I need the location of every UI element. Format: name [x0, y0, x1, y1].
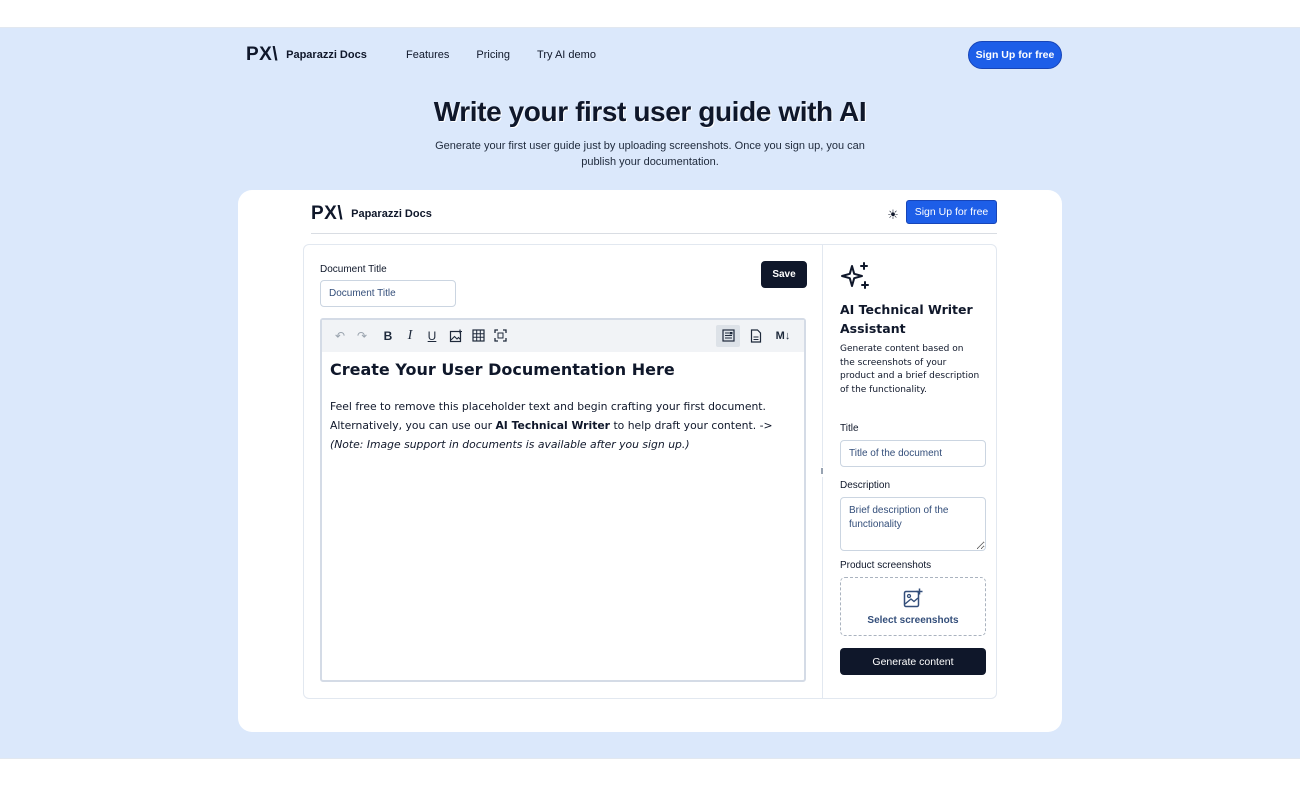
app-logo[interactable]: PX\ Paparazzi Docs: [311, 203, 432, 225]
doc-note: (Note: Image support in documents is ava…: [330, 435, 800, 454]
document-view-icon[interactable]: [748, 328, 764, 344]
editor-content[interactable]: Create Your User Documentation Here Feel…: [330, 360, 800, 454]
nav-link-features[interactable]: Features: [406, 49, 449, 61]
description-label: Description: [840, 480, 891, 491]
note-text: (Note: Image support in documents is ava…: [330, 438, 690, 451]
save-button[interactable]: Save: [761, 261, 807, 288]
sparkles-icon: [841, 262, 869, 289]
bold-icon[interactable]: B: [380, 328, 396, 344]
assistant-description-input[interactable]: [840, 497, 986, 551]
page-subtitle: Generate your first user guide just by u…: [435, 140, 865, 168]
nav-links: Features Pricing Try AI demo: [406, 49, 596, 61]
nav-link-ai-demo[interactable]: Try AI demo: [537, 49, 596, 61]
underline-icon[interactable]: U: [424, 328, 440, 344]
paragraph-text-end: to help draft your content. ->: [610, 419, 773, 432]
fullscreen-icon[interactable]: [492, 328, 508, 344]
workspace: Document Title Save ↶ ↷ B I U: [303, 244, 997, 699]
demo-card: PX\ Paparazzi Docs ☀ Sign Up for free Do…: [238, 190, 1062, 732]
rich-text-view-icon[interactable]: [720, 328, 736, 344]
insert-image-icon[interactable]: [448, 328, 464, 344]
editor-pane: Document Title Save ↶ ↷ B I U: [304, 245, 823, 698]
assistant-description: Generate content based on the screenshot…: [840, 344, 980, 395]
logo-name: Paparazzi Docs: [286, 49, 367, 61]
editor-toolbar: ↶ ↷ B I U M↓: [322, 320, 804, 352]
top-nav: PX\ Paparazzi Docs Features Pricing Try …: [246, 41, 1062, 69]
doc-title-label: Document Title: [320, 264, 387, 275]
doc-heading: Create Your User Documentation Here: [330, 360, 675, 379]
sun-icon[interactable]: ☀: [886, 208, 900, 222]
screenshot-dropzone[interactable]: Select screenshots: [840, 577, 986, 636]
brand-logo[interactable]: PX\ Paparazzi Docs: [246, 44, 367, 66]
signup-button[interactable]: Sign Up for free: [968, 41, 1062, 69]
logo-name: Paparazzi Docs: [351, 208, 432, 220]
title-label: Title: [840, 423, 859, 434]
page-title: Write your first user guide with AI: [433, 96, 867, 127]
paragraph-bold-text: AI Technical Writer: [495, 419, 611, 432]
screenshots-label: Product screenshots: [840, 560, 932, 571]
select-screenshots-label: Select screenshots: [867, 615, 959, 626]
app-signup-button[interactable]: Sign Up for free: [906, 200, 997, 224]
logo-mark: PX\: [246, 44, 279, 65]
generate-content-button[interactable]: Generate content: [840, 648, 986, 675]
doc-title-input[interactable]: [320, 280, 456, 307]
assistant-title: AI Technical Writer Assistant: [840, 302, 973, 336]
nav-link-pricing[interactable]: Pricing: [476, 49, 510, 61]
undo-icon[interactable]: ↶: [332, 328, 348, 344]
doc-paragraph: Feel free to remove this placeholder tex…: [330, 397, 800, 435]
markdown-icon[interactable]: M↓: [772, 328, 794, 344]
app-header: PX\ Paparazzi Docs ☀ Sign Up for free: [311, 200, 997, 234]
ai-assistant-panel: AI Technical Writer Assistant Generate c…: [824, 245, 996, 698]
bottom-strip: [0, 758, 1300, 788]
assistant-title-input[interactable]: [840, 440, 986, 467]
top-strip: [0, 0, 1300, 28]
redo-icon[interactable]: ↷: [354, 328, 370, 344]
italic-icon[interactable]: I: [402, 328, 418, 344]
rich-text-editor[interactable]: ↶ ↷ B I U M↓ Create Your User Documentat…: [320, 318, 806, 682]
logo-mark: PX\: [311, 203, 344, 224]
image-plus-icon: [903, 588, 923, 608]
table-icon[interactable]: [470, 328, 486, 344]
